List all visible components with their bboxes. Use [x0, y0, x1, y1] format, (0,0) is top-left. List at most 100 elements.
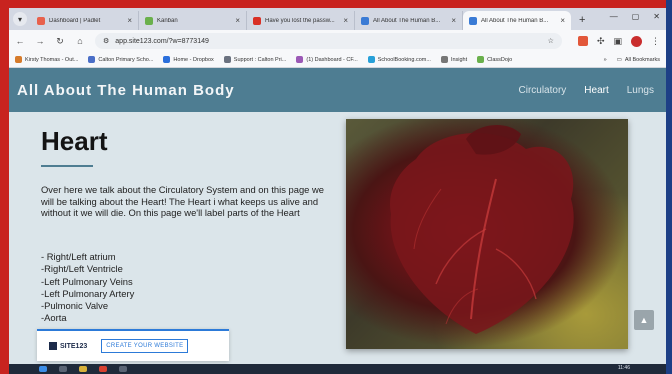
bookmark-item[interactable]: Home - Dropbox — [163, 56, 214, 63]
screen-frame-right — [666, 0, 672, 374]
tab-title: All About The Human B... — [481, 17, 549, 24]
extension-icon[interactable] — [577, 36, 588, 46]
bookmark-label: SchoolBooking.com... — [377, 56, 431, 63]
bookmark-label: Calton Primary Scho... — [98, 56, 154, 63]
tab-favicon — [37, 16, 45, 25]
site-info-icon[interactable]: ⚙ — [103, 37, 109, 45]
site-nav: Circulatory Heart Lungs — [519, 85, 655, 96]
side-panel-icon[interactable]: ▣ — [613, 36, 622, 47]
search-icon[interactable] — [59, 366, 67, 372]
list-item: -Aorta — [41, 312, 67, 324]
gmail-icon — [253, 16, 261, 25]
heart-image — [346, 119, 628, 349]
close-icon[interactable]: × — [235, 16, 240, 25]
tab-title: All About The Human B... — [373, 17, 441, 24]
bookmark-label: Support : Calton Pri... — [233, 56, 287, 63]
window-controls: — ▢ ✕ — [610, 12, 660, 21]
dropbox-icon — [163, 56, 171, 63]
close-icon[interactable]: × — [560, 16, 565, 25]
tab-title: Dashboard | Padlet — [49, 17, 101, 24]
file-explorer-icon[interactable] — [79, 366, 87, 372]
site123-logo-mark — [49, 342, 57, 350]
close-icon[interactable]: × — [343, 16, 348, 25]
intro-paragraph: Over here we talk about the Circulatory … — [41, 184, 324, 218]
bookmark-item[interactable]: SchoolBooking.com... — [367, 56, 431, 63]
site123-logo[interactable]: SITE123 — [49, 342, 87, 350]
bookmark-favicon — [296, 56, 304, 63]
all-bookmarks-label: All Bookmarks — [624, 56, 660, 63]
close-icon[interactable]: × — [451, 16, 456, 25]
bookmark-label: Kirsty Thomas - Out... — [25, 56, 79, 63]
heart-illustration — [390, 124, 574, 334]
tab-favicon — [361, 16, 369, 25]
list-item: -Pulmonic Valve — [41, 300, 109, 312]
bookmark-item[interactable]: Kirsty Thomas - Out... — [15, 56, 78, 63]
bookmark-favicon — [223, 56, 231, 63]
reload-icon[interactable]: ↻ — [55, 36, 65, 47]
start-icon[interactable] — [39, 366, 47, 372]
tab-strip: ▾ Dashboard | Padlet × Kanban × Have you… — [9, 8, 666, 30]
maximize-icon[interactable]: ▢ — [632, 12, 640, 21]
nav-heart[interactable]: Heart — [584, 85, 608, 96]
close-icon[interactable]: × — [127, 16, 132, 25]
scroll-to-top-button[interactable]: ▲ — [634, 310, 654, 330]
tab-2[interactable]: Have you lost the passw... × — [247, 11, 355, 30]
taskbar-clock: 11:46 — [617, 365, 630, 371]
tab-search-icon[interactable]: ▾ — [13, 12, 27, 26]
tab-0[interactable]: Dashboard | Padlet × — [31, 11, 139, 30]
folder-icon: ▭ — [616, 56, 622, 63]
bookmark-item[interactable]: Calton Primary Scho... — [88, 56, 153, 63]
site-header: All About The Human Body Circulatory Hea… — [9, 68, 666, 112]
app-icon[interactable] — [119, 366, 127, 372]
page-content: Heart Over here we talk about the Circul… — [9, 112, 666, 366]
extensions-puzzle-icon[interactable]: ✣ — [597, 36, 605, 47]
page-title: Heart — [41, 126, 108, 156]
address-bar[interactable]: ⚙ app.site123.com/?w=8773149 ☆ — [95, 33, 562, 49]
bookmark-favicon — [367, 56, 375, 63]
bookmark-item[interactable]: (1) Dashboard - CF... — [296, 56, 358, 63]
tab-4-active[interactable]: All About The Human B... × — [463, 11, 571, 30]
chevron-right-icon[interactable]: » — [604, 57, 607, 63]
menu-icon[interactable]: ⋮ — [651, 36, 660, 47]
bookmark-label: ClassDojo — [487, 56, 513, 63]
home-icon[interactable]: ⌂ — [75, 36, 85, 46]
screen-frame-left — [0, 0, 9, 374]
nav-lungs[interactable]: Lungs — [627, 85, 654, 96]
browser-toolbar: ← → ↻ ⌂ ⚙ app.site123.com/?w=8773149 ☆ ✣… — [9, 30, 666, 52]
heart-parts-list: - Right/Left atrium -Right/Left Ventricl… — [41, 251, 134, 325]
bookmarks-bar: Kirsty Thomas - Out... Calton Primary Sc… — [9, 52, 666, 68]
tab-favicon — [469, 16, 477, 25]
forward-icon[interactable]: → — [35, 36, 45, 46]
bookmark-star-icon[interactable]: ☆ — [548, 37, 554, 45]
list-item: -Left Pulmonary Veins — [41, 275, 133, 287]
bookmark-label: Home - Dropbox — [173, 56, 214, 63]
list-item: - Right/Left atrium — [41, 251, 116, 262]
bookmark-item[interactable]: Insight — [440, 56, 467, 63]
create-website-button[interactable]: CREATE YOUR WEBSITE — [101, 339, 189, 353]
nav-circulatory[interactable]: Circulatory — [519, 85, 567, 96]
bookmark-label: (1) Dashboard - CF... — [306, 56, 358, 63]
chrome-icon[interactable] — [99, 366, 107, 372]
bookmark-item[interactable]: ClassDojo — [477, 56, 512, 63]
list-item: -Right/Left Ventricle — [41, 263, 123, 275]
bookmark-favicon — [440, 56, 448, 63]
screen-frame-top — [0, 0, 672, 8]
site-title[interactable]: All About The Human Body — [17, 82, 519, 99]
bookmark-item[interactable]: Support : Calton Pri... — [223, 56, 287, 63]
tab-title: Have you lost the passw... — [265, 17, 335, 24]
toolbar-extensions: ✣ ▣ ⋮ — [577, 35, 660, 47]
minimize-icon[interactable]: — — [610, 12, 618, 21]
title-underline — [41, 165, 93, 167]
tab-3[interactable]: All About The Human B... × — [355, 11, 463, 30]
all-bookmarks[interactable]: ▭ All Bookmarks — [617, 57, 660, 63]
new-tab-icon[interactable]: + — [579, 14, 585, 26]
profile-avatar[interactable] — [631, 35, 642, 47]
browser-window: ▾ Dashboard | Padlet × Kanban × Have you… — [9, 8, 666, 374]
close-window-icon[interactable]: ✕ — [653, 12, 660, 21]
tab-title: Kanban — [157, 17, 178, 24]
tab-1[interactable]: Kanban × — [139, 11, 247, 30]
classdojo-icon — [477, 56, 485, 63]
bookmark-favicon — [15, 56, 22, 63]
os-taskbar: 11:46 — [9, 364, 666, 374]
back-icon[interactable]: ← — [15, 36, 25, 46]
